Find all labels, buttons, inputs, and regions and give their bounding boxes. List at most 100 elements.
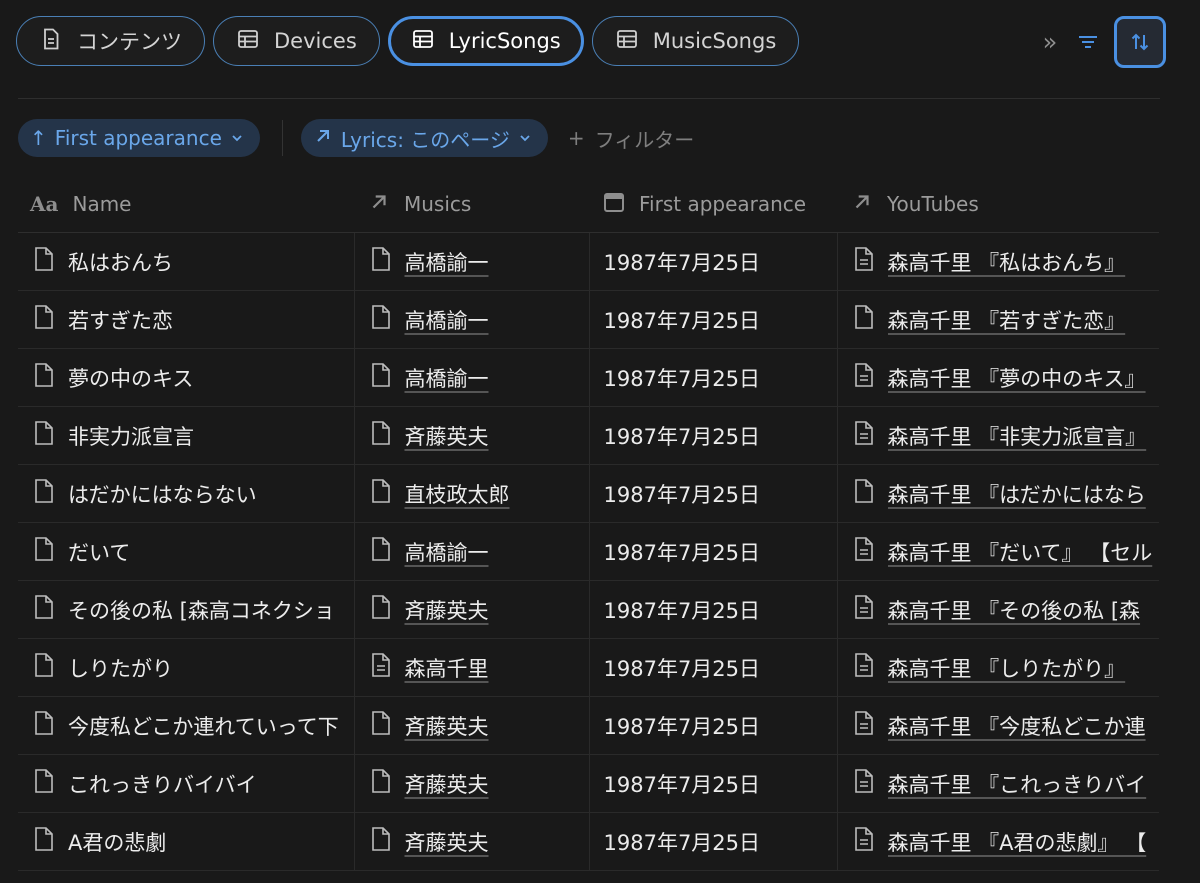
cell-name[interactable]: これっきりバイバイ	[18, 754, 355, 813]
cell-first-appearance[interactable]: 1987年7月25日	[589, 406, 838, 465]
column-header-youtubes[interactable]: YouTubes	[837, 176, 1159, 233]
youtube-link[interactable]: 森高千里 『これっきりバイ	[888, 769, 1156, 799]
page-icon	[369, 362, 393, 393]
tab-contents[interactable]: コンテンツ	[16, 16, 205, 66]
cell-youtubes[interactable]: 森高千里 『夢の中のキス』	[837, 348, 1159, 407]
table-row[interactable]: だいて 高橋諭一 1987年7月25日 森高千里 『だいて』 【セル	[18, 522, 1159, 581]
tab-musicsongs[interactable]: MusicSongs	[591, 16, 800, 66]
cell-first-appearance[interactable]: 1987年7月25日	[589, 638, 838, 697]
more-views-button[interactable]: »	[1038, 28, 1062, 56]
cell-youtubes[interactable]: 森高千里 『今度私どこか連	[837, 696, 1159, 755]
chevron-down-icon	[518, 126, 532, 150]
music-link[interactable]: 高橋諭一	[405, 247, 489, 277]
cell-youtubes[interactable]: 森高千里 『私はおんち』	[837, 232, 1159, 291]
table-row[interactable]: 私はおんち 高橋諭一 1987年7月25日 森高千里 『私はおんち』	[18, 232, 1159, 291]
page-icon	[852, 478, 876, 509]
youtube-link[interactable]: 森高千里 『若すぎた恋』	[888, 305, 1156, 335]
column-header-first-appearance[interactable]: First appearance	[589, 176, 837, 233]
cell-name[interactable]: はだかにはならない	[18, 464, 355, 523]
music-link[interactable]: 高橋諭一	[405, 363, 489, 393]
youtube-link[interactable]: 森高千里 『しりたがり』	[888, 653, 1156, 683]
cell-musics[interactable]: 直枝政太郎	[354, 464, 590, 523]
column-header-musics[interactable]: Musics	[354, 176, 589, 233]
table-row[interactable]: 今度私どこか連れていって下 斉藤英夫 1987年7月25日 森高千里 『今度私ど…	[18, 696, 1159, 755]
tab-devices[interactable]: Devices	[213, 16, 380, 66]
sort-pill[interactable]: ↑ First appearance	[18, 119, 260, 157]
song-name: 非実力派宣言	[68, 424, 194, 449]
cell-musics[interactable]: 斉藤英夫	[354, 696, 590, 755]
cell-first-appearance[interactable]: 1987年7月25日	[589, 580, 838, 639]
cell-musics[interactable]: 高橋諭一	[354, 290, 590, 349]
table-row[interactable]: これっきりバイバイ 斉藤英夫 1987年7月25日 森高千里 『これっきりバイ	[18, 754, 1159, 813]
youtube-link[interactable]: 森高千里 『A君の悲劇』 【	[888, 827, 1156, 857]
youtube-link[interactable]: 森高千里 『だいて』 【セル	[888, 537, 1156, 567]
cell-youtubes[interactable]: 森高千里 『A君の悲劇』 【	[837, 812, 1159, 871]
column-header-name[interactable]: Aa Name	[18, 176, 354, 233]
relation-arrow-icon	[851, 191, 873, 218]
cell-youtubes[interactable]: 森高千里 『その後の私 [森	[837, 580, 1159, 639]
youtube-link[interactable]: 森高千里 『夢の中のキス』	[888, 363, 1156, 393]
cell-name[interactable]: 非実力派宣言	[18, 406, 355, 465]
cell-musics[interactable]: 斉藤英夫	[354, 406, 590, 465]
add-filter-button[interactable]: + フィルター	[568, 124, 694, 153]
cell-first-appearance[interactable]: 1987年7月25日	[589, 348, 838, 407]
table-row[interactable]: その後の私 [森高コネクショ 斉藤英夫 1987年7月25日 森高千里 『その後…	[18, 580, 1159, 639]
cell-name[interactable]: だいて	[18, 522, 355, 581]
cell-name[interactable]: その後の私 [森高コネクショ	[18, 580, 355, 639]
youtube-link[interactable]: 森高千里 『今度私どこか連	[888, 711, 1156, 741]
cell-musics[interactable]: 高橋諭一	[354, 522, 590, 581]
cell-youtubes[interactable]: 森高千里 『非実力派宣言』	[837, 406, 1159, 465]
tab-lyricsongs[interactable]: LyricSongs	[387, 16, 584, 66]
youtube-link[interactable]: 森高千里 『非実力派宣言』	[888, 421, 1156, 451]
table-row[interactable]: しりたがり 森高千里 1987年7月25日 森高千里 『しりたがり』	[18, 638, 1159, 697]
cell-first-appearance[interactable]: 1987年7月25日	[589, 696, 838, 755]
cell-first-appearance[interactable]: 1987年7月25日	[589, 464, 838, 523]
music-link[interactable]: 斉藤英夫	[405, 421, 489, 451]
music-link[interactable]: 高橋諭一	[405, 537, 489, 567]
cell-name[interactable]: 若すぎた恋	[18, 290, 355, 349]
cell-musics[interactable]: 斉藤英夫	[354, 812, 590, 871]
music-link[interactable]: 直枝政太郎	[405, 479, 510, 509]
lyrics-filter-pill[interactable]: Lyrics: このページ	[300, 119, 548, 157]
cell-youtubes[interactable]: 森高千里 『だいて』 【セル	[837, 522, 1159, 581]
cell-name[interactable]: A君の悲劇	[18, 812, 355, 871]
cell-musics[interactable]: 森高千里	[354, 638, 590, 697]
youtube-link[interactable]: 森高千里 『私はおんち』	[888, 247, 1156, 277]
music-link[interactable]: 斉藤英夫	[405, 711, 489, 741]
cell-musics[interactable]: 高橋諭一	[354, 348, 590, 407]
cell-name[interactable]: 今度私どこか連れていって下	[18, 696, 355, 755]
plus-icon: +	[567, 126, 585, 150]
page-icon	[369, 304, 393, 335]
music-link[interactable]: 高橋諭一	[405, 305, 489, 335]
table-row[interactable]: 夢の中のキス 高橋諭一 1987年7月25日 森高千里 『夢の中のキス』	[18, 348, 1159, 407]
cell-first-appearance[interactable]: 1987年7月25日	[589, 754, 838, 813]
cell-youtubes[interactable]: 森高千里 『若すぎた恋』	[837, 290, 1159, 349]
cell-first-appearance[interactable]: 1987年7月25日	[589, 522, 838, 581]
table-row[interactable]: A君の悲劇 斉藤英夫 1987年7月25日 森高千里 『A君の悲劇』 【	[18, 812, 1159, 871]
cell-youtubes[interactable]: 森高千里 『これっきりバイ	[837, 754, 1159, 813]
cell-musics[interactable]: 斉藤英夫	[354, 580, 590, 639]
sort-button[interactable]	[1114, 16, 1166, 68]
cell-musics[interactable]: 高橋諭一	[354, 232, 590, 291]
view-controls: »	[1038, 16, 1166, 68]
page-icon	[852, 826, 876, 857]
filter-icon[interactable]	[1076, 30, 1100, 54]
cell-first-appearance[interactable]: 1987年7月25日	[589, 232, 838, 291]
cell-name[interactable]: 夢の中のキス	[18, 348, 355, 407]
cell-name[interactable]: しりたがり	[18, 638, 355, 697]
cell-name[interactable]: 私はおんち	[18, 232, 355, 291]
cell-first-appearance[interactable]: 1987年7月25日	[589, 812, 838, 871]
cell-musics[interactable]: 斉藤英夫	[354, 754, 590, 813]
cell-first-appearance[interactable]: 1987年7月25日	[589, 290, 838, 349]
cell-youtubes[interactable]: 森高千里 『しりたがり』	[837, 638, 1159, 697]
music-link[interactable]: 森高千里	[405, 653, 489, 683]
table-row[interactable]: 非実力派宣言 斉藤英夫 1987年7月25日 森高千里 『非実力派宣言』	[18, 406, 1159, 465]
table-row[interactable]: 若すぎた恋 高橋諭一 1987年7月25日 森高千里 『若すぎた恋』	[18, 290, 1159, 349]
youtube-link[interactable]: 森高千里 『はだかにはなら	[888, 479, 1156, 509]
table-row[interactable]: はだかにはならない 直枝政太郎 1987年7月25日 森高千里 『はだかにはなら	[18, 464, 1159, 523]
youtube-link[interactable]: 森高千里 『その後の私 [森	[888, 595, 1156, 625]
music-link[interactable]: 斉藤英夫	[405, 827, 489, 857]
cell-youtubes[interactable]: 森高千里 『はだかにはなら	[837, 464, 1159, 523]
music-link[interactable]: 斉藤英夫	[405, 595, 489, 625]
music-link[interactable]: 斉藤英夫	[405, 769, 489, 799]
